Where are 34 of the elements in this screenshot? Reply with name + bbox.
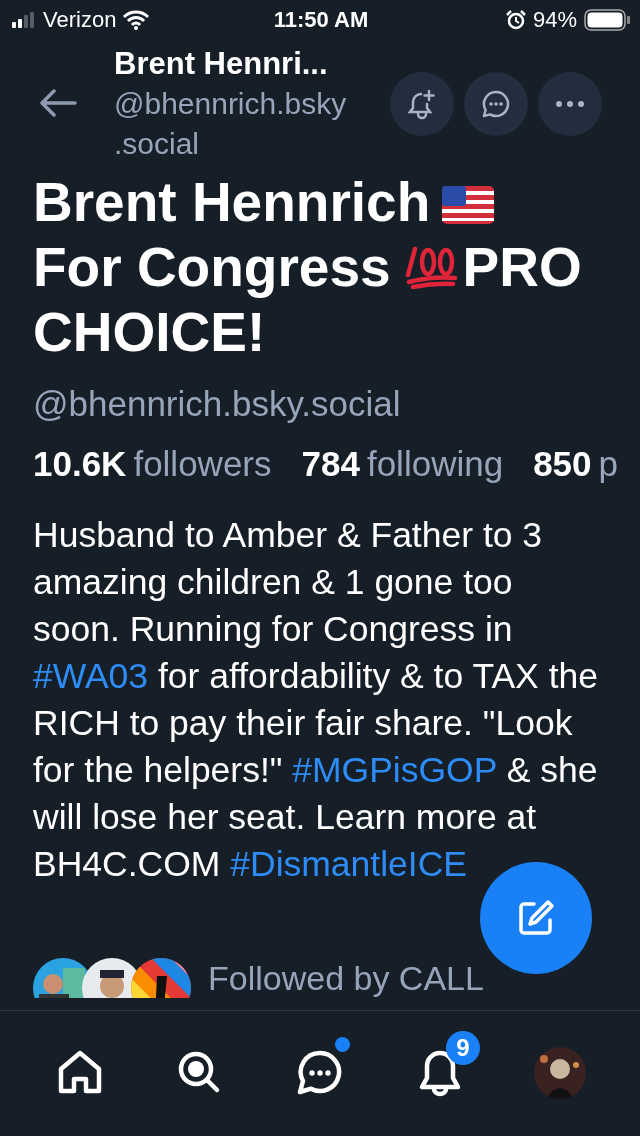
stat-label[interactable]: p — [598, 442, 618, 486]
back-arrow-icon — [38, 89, 78, 117]
header-handle: @bhennrich.bsky .social — [114, 86, 348, 162]
avatar — [534, 1047, 586, 1099]
back-button[interactable] — [38, 89, 80, 119]
stat-count[interactable]: 850 — [533, 442, 592, 486]
chat-icon — [296, 1049, 344, 1097]
battery-percent: 94% — [532, 7, 577, 33]
notification-count: 9 — [446, 1031, 480, 1065]
clock-time: 11:50 AM — [273, 7, 369, 33]
wifi-icon — [123, 10, 150, 30]
chat-icon — [480, 88, 512, 120]
followed-by-text[interactable]: Followed by CALL — [208, 958, 484, 998]
stat-label[interactable]: following — [366, 442, 504, 486]
battery-icon — [584, 9, 630, 31]
display-name: PRO — [462, 236, 582, 298]
display-name: CHOICE! — [33, 301, 266, 363]
hashtag-link[interactable]: #WA03 — [33, 656, 149, 696]
more-icon — [555, 100, 585, 108]
stat-count[interactable]: 784 — [301, 442, 360, 486]
stat-count[interactable]: 10.6K — [33, 442, 127, 486]
carrier-name: Verizon — [43, 7, 117, 33]
hashtag-link[interactable]: #MGPisGOP — [292, 750, 497, 790]
profile-handle: @bhennrich.bsky.social — [33, 383, 402, 425]
bell-plus-icon — [407, 88, 437, 120]
display-name: Brent Hennrich — [33, 171, 431, 233]
display-name: For Congress — [33, 236, 391, 298]
flag-icon — [442, 186, 495, 224]
alarm-icon — [505, 10, 526, 30]
header-name: Brent Hennri... — [114, 45, 329, 83]
hashtag-link[interactable]: #DismantleICE — [230, 844, 467, 884]
signal-icon — [12, 12, 36, 28]
bio-text: Husband to Amber & Father to 3 amazing children & 1 gone too soon. Running for Congress in #WA03 for affordability & to TAX the RICH to pay their fair share. "Look for the helpers!" #MGPisGOP & she will lose her seat. Learn more at BH4C.COM #DismantleICE — [33, 514, 599, 886]
stat-label[interactable]: followers — [133, 442, 272, 486]
